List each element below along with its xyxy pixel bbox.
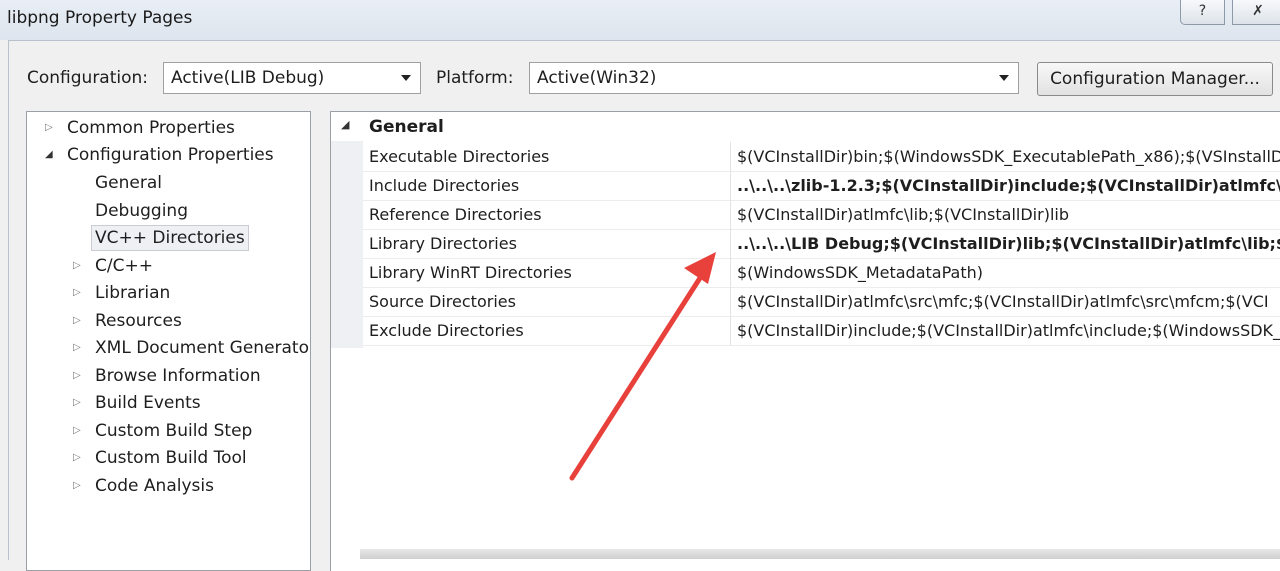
platform-value: Active(Win32) bbox=[537, 68, 657, 88]
tree-item-label: VC++ Directories bbox=[91, 225, 249, 251]
collapse-icon[interactable]: ◢ bbox=[341, 118, 349, 131]
property-value[interactable]: $(VCInstallDir)atlmfc\lib;$(VCInstallDir… bbox=[730, 200, 1280, 229]
configuration-value: Active(LIB Debug) bbox=[171, 68, 325, 88]
property-grid: ◢ General Executable Directories $(VCInst… bbox=[330, 111, 1280, 571]
platform-label: Platform: bbox=[436, 68, 514, 88]
tree-item-label: Librarian bbox=[95, 283, 171, 303]
property-name: Source Directories bbox=[369, 292, 516, 311]
property-name: Executable Directories bbox=[369, 147, 550, 166]
expand-icon[interactable]: ▷ bbox=[73, 308, 85, 334]
expand-icon[interactable]: ▷ bbox=[73, 418, 85, 444]
title-bar: libpng Property Pages ? ✗ bbox=[0, 0, 1280, 40]
tree-item-label: Build Events bbox=[95, 393, 201, 413]
collapse-icon[interactable]: ◢ bbox=[45, 142, 57, 168]
expand-icon[interactable]: ▷ bbox=[73, 363, 85, 389]
property-value[interactable]: ..\..\..\LIB Debug;$(VCInstallDir)lib;$(… bbox=[730, 229, 1280, 258]
property-name: Exclude Directories bbox=[369, 321, 524, 340]
property-row[interactable]: Exclude Directories $(VCInstallDir)includ… bbox=[363, 316, 1280, 346]
expand-icon[interactable]: ▷ bbox=[73, 473, 85, 499]
tree-item-label: Configuration Properties bbox=[67, 145, 274, 165]
configuration-label: Configuration: bbox=[27, 68, 149, 88]
property-row[interactable]: Source Directories $(VCInstallDir)atlmfc\… bbox=[363, 287, 1280, 317]
property-row[interactable]: Library Directories ..\..\..\LIB Debug;$(… bbox=[363, 229, 1280, 259]
bottom-edge bbox=[360, 549, 1280, 559]
chevron-down-icon bbox=[999, 75, 1009, 81]
tree-item-label: XML Document Generator bbox=[95, 338, 311, 358]
property-value[interactable]: ..\..\..\zlib-1.2.3;$(VCInstallDir)inclu… bbox=[730, 171, 1280, 200]
tree-item-label: Custom Build Tool bbox=[95, 448, 247, 468]
tree-item-label: General bbox=[95, 173, 162, 193]
window-title: libpng Property Pages bbox=[7, 8, 193, 28]
tree-item-label: Code Analysis bbox=[95, 475, 214, 496]
chevron-down-icon bbox=[401, 75, 411, 81]
tree-item-label: C/C++ bbox=[95, 255, 153, 276]
property-tree: ▷ Common Properties ◢ Configuration Prop… bbox=[26, 111, 311, 571]
property-name: Include Directories bbox=[369, 176, 520, 195]
expand-icon[interactable]: ▷ bbox=[73, 445, 85, 471]
property-name: Reference Directories bbox=[369, 205, 542, 224]
property-value[interactable]: $(WindowsSDK_MetadataPath) bbox=[730, 258, 1280, 287]
help-button[interactable]: ? bbox=[1180, 0, 1225, 25]
expand-icon[interactable]: ▷ bbox=[73, 390, 85, 416]
property-row[interactable]: Reference Directories $(VCInstallDir)atlm… bbox=[363, 200, 1280, 230]
configuration-manager-button[interactable]: Configuration Manager... bbox=[1037, 62, 1273, 96]
tree-item-label: Resources bbox=[95, 310, 182, 331]
platform-dropdown[interactable]: Active(Win32) bbox=[529, 62, 1019, 94]
category-label: General bbox=[369, 117, 444, 137]
tree-item-label: Common Properties bbox=[67, 118, 235, 138]
property-value[interactable]: $(VCInstallDir)include;$(VCInstallDir)at… bbox=[730, 316, 1280, 345]
property-row[interactable]: Executable Directories $(VCInstallDir)bin… bbox=[363, 142, 1280, 172]
grid-gutter bbox=[331, 112, 363, 348]
configuration-dropdown[interactable]: Active(LIB Debug) bbox=[163, 62, 421, 94]
property-row[interactable]: Include Directories ..\..\..\zlib-1.2.3;$… bbox=[363, 171, 1280, 201]
tree-item-label: Custom Build Step bbox=[95, 420, 253, 441]
property-row[interactable]: Library WinRT Directories $(WindowsSDK_Me… bbox=[363, 258, 1280, 288]
property-name: Library Directories bbox=[369, 234, 517, 253]
property-value[interactable]: $(VCInstallDir)bin;$(WindowsSDK_Executab… bbox=[730, 142, 1280, 171]
expand-icon[interactable]: ▷ bbox=[73, 335, 85, 361]
category-row-general[interactable]: ◢ General bbox=[331, 112, 1280, 141]
tree-item-label: Browse Information bbox=[95, 365, 261, 386]
property-name: Library WinRT Directories bbox=[369, 263, 572, 282]
tree-item-label: Debugging bbox=[95, 200, 188, 221]
expand-icon[interactable]: ▷ bbox=[73, 280, 85, 306]
expand-icon[interactable]: ▷ bbox=[45, 115, 57, 141]
property-value[interactable]: $(VCInstallDir)atlmfc\src\mfc;$(VCInstal… bbox=[730, 287, 1280, 316]
close-button[interactable]: ✗ bbox=[1232, 0, 1280, 25]
expand-icon[interactable]: ▷ bbox=[73, 253, 85, 279]
